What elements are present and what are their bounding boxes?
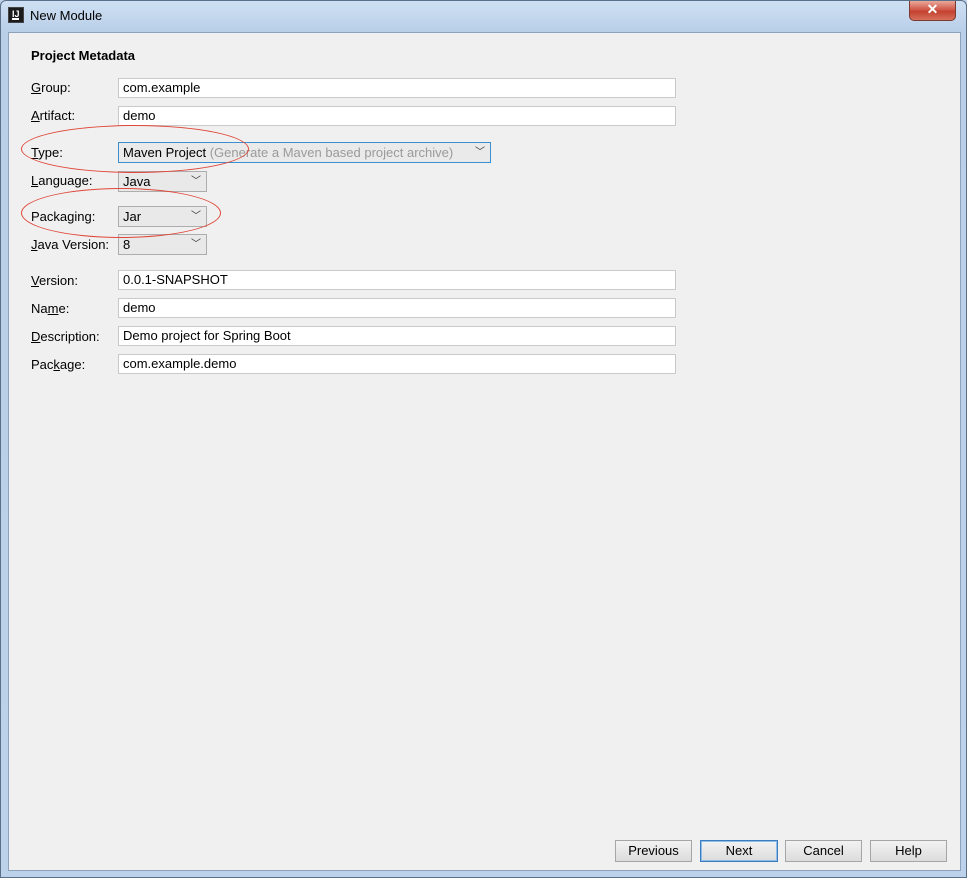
version-label: Version: (31, 273, 78, 288)
chevron-down-icon: ﹀ (191, 176, 201, 187)
java-version-label: Java Version: (31, 237, 110, 252)
name-field[interactable]: demo (118, 298, 676, 318)
group-field[interactable]: com.example (118, 78, 676, 98)
next-button[interactable]: Next (700, 840, 778, 862)
previous-button[interactable]: Previous (615, 840, 692, 862)
help-button[interactable]: Help (870, 840, 947, 862)
chevron-down-icon: ﹀ (475, 147, 485, 158)
new-module-dialog: IJ New Module ✕ Project Metadata Group: … (0, 0, 967, 878)
close-button[interactable]: ✕ (909, 1, 956, 21)
java-version-selected-value: 8 (123, 237, 131, 252)
group-label: Group: (31, 80, 71, 95)
package-label: Package: (31, 357, 86, 372)
close-icon: ✕ (926, 1, 939, 17)
package-field[interactable]: com.example.demo (118, 354, 676, 374)
window-title: New Module (30, 8, 103, 23)
description-field[interactable]: Demo project for Spring Boot (118, 326, 676, 346)
type-label: Type: (31, 145, 63, 160)
language-label: Language: (31, 173, 93, 188)
language-selected-value: Java (123, 174, 151, 189)
artifact-field[interactable]: demo (118, 106, 676, 126)
title-bar[interactable]: IJ New Module ✕ (1, 1, 966, 31)
description-label: Description: (31, 329, 100, 344)
type-hint: (Generate a Maven based project archive) (209, 145, 454, 160)
packaging-selected-value: Jar (123, 209, 142, 224)
intellij-app-icon: IJ (8, 7, 24, 23)
name-label: Name: (31, 301, 70, 316)
java-version-dropdown[interactable]: 8 ﹀ (118, 234, 207, 255)
chevron-down-icon: ﹀ (191, 239, 201, 250)
type-dropdown[interactable]: Maven Project (Generate a Maven based pr… (118, 142, 491, 163)
section-title: Project Metadata (31, 48, 136, 63)
version-field[interactable]: 0.0.1-SNAPSHOT (118, 270, 676, 290)
packaging-label: Packaging: (31, 209, 96, 224)
packaging-dropdown[interactable]: Jar ﹀ (118, 206, 207, 227)
cancel-button[interactable]: Cancel (785, 840, 862, 862)
dialog-content: Project Metadata Group: com.example Arti… (8, 32, 961, 871)
artifact-label: Artifact: (31, 108, 76, 123)
language-dropdown[interactable]: Java ﹀ (118, 171, 207, 192)
chevron-down-icon: ﹀ (191, 211, 201, 222)
type-selected-value: Maven Project (123, 145, 207, 160)
